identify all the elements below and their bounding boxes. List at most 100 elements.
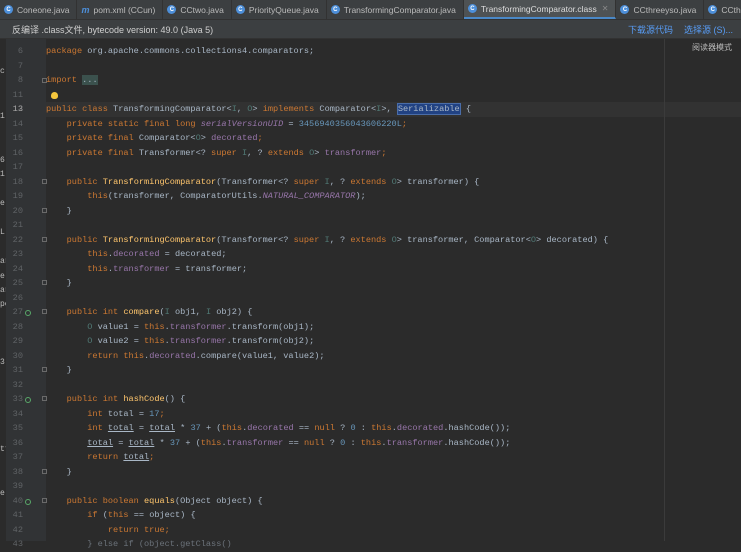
keyword: super [211,147,242,158]
punct: } [66,278,72,288]
edge-char: L [0,228,5,237]
keyword: this [87,263,108,274]
code-text: .transform(obj1); [226,321,315,332]
tab-label: CCthree.j [721,4,741,15]
tab-ccthreeyso[interactable]: C CCthreeyso.java [616,0,705,19]
punct: () { [164,394,186,404]
keyword: extends [267,147,310,158]
line-number: 39 [12,481,23,491]
punct: ; [257,133,263,143]
punct: ; [159,408,165,419]
class-icon: C [4,5,13,14]
code-line: } [46,204,72,219]
punct: >, [381,104,397,114]
tab-coneone[interactable]: C Coneone.java [0,0,78,19]
overrides-method-icon[interactable] [25,499,31,505]
line-number: 40 [12,495,23,506]
keyword: return [87,350,124,361]
code-line: O value1 = this.transformer.transform(ob… [46,320,314,335]
implements-method-icon[interactable] [25,310,31,316]
line-number: 24 [12,263,23,274]
punct: ; [149,452,155,462]
class-icon: C [235,5,245,14]
line-number: 26 [12,292,23,303]
punct: * [154,437,170,448]
keyword: private final [66,147,139,158]
code-editor[interactable]: package org.apache.commons.collections4.… [46,39,741,549]
keyword: this [360,437,382,448]
line-number: 38 [12,466,23,477]
folded-imports[interactable]: ... [82,75,98,85]
punct: + ( [200,423,222,433]
type: Comparator< [138,133,196,143]
keyword: public [66,176,103,187]
keyword: public int [66,307,124,317]
choose-source-link[interactable]: 选择源 (S)... [684,23,733,36]
params: > transformer) { [396,176,480,187]
keyword: extends [350,176,392,187]
method-name: compare [123,307,160,317]
close-icon[interactable]: ✕ [602,4,609,13]
keyword: package [46,46,83,56]
punct: ); [355,191,366,201]
number: 3456940356043606220L [298,118,402,129]
line-number: 34 [12,408,23,419]
overrides-method-icon[interactable] [25,397,31,403]
punct: ; [164,524,170,535]
tab-label: Coneone.java [17,4,70,15]
code-line: int total = total * 37 + (this.decorated… [46,421,510,436]
code-text: .hashCode()); [443,437,511,448]
line-number: 8 [17,75,23,85]
tab-ccthree[interactable]: CCCthree.j [704,0,741,19]
class-name: TransformingComparator [113,104,227,114]
edge-char: 3 [0,358,5,367]
punct: == [283,437,304,448]
line-number: 6 [17,46,23,56]
tab-cctwo[interactable]: C CCtwo.java [163,0,232,19]
method-name: TransformingComparator [102,176,217,187]
line-number: 23 [12,249,23,259]
number: 37 [169,437,181,448]
tab-transformingcomparator-class[interactable]: C TransformingComparator.class ✕ [463,0,617,19]
line-number: 20 [12,205,23,216]
right-margin-guide [664,39,665,541]
keyword: public int [66,394,124,404]
keyword: extends [350,234,392,245]
punct: { [460,104,472,114]
static-field: NATURAL_COMPARATOR [262,191,356,201]
variable: total [123,452,150,462]
download-source-link[interactable]: 下载源代码 [628,23,673,36]
punct: == [293,423,315,433]
keyword: this [87,191,108,201]
edge-char: e [0,199,5,208]
code-line: public boolean equals(Object object) { [46,494,263,509]
punct: ; [381,147,387,158]
line-number: 19 [12,191,23,201]
variable: total [107,423,134,433]
tab-pom[interactable]: m pom.xml (CCun) [77,0,164,19]
method-name: TransformingComparator [102,234,217,245]
line-number-gutter: 6 7 8 11 12 13 14 15 16 17 18 19 20 21 2… [6,39,47,549]
tab-priorityqueue[interactable]: C PriorityQueue.java [232,0,327,19]
line-number: 36 [12,437,23,448]
class-icon: C [330,5,340,14]
line-number: 14 [12,118,23,129]
tab-label: CCthreeyso.java [633,4,697,15]
edge-char: e [0,272,5,281]
line-number: 30 [12,350,23,361]
keyword: this [221,423,243,433]
line-number: 17 [12,162,23,172]
keyword: null [314,423,335,433]
punct: } [66,466,72,477]
keyword: super [293,234,325,245]
tab-transformingcomparator-java[interactable]: C TransformingComparator.java [327,0,464,19]
code-line: return total; [46,450,154,465]
tab-label: pom.xml (CCun) [93,4,156,15]
keyword: implements [262,104,320,114]
params: (Object object) { [174,495,263,506]
tab-label: TransformingComparator.class [480,3,597,14]
code-text: == object) { [128,510,196,520]
keyword: return [107,524,144,535]
params: (Transformer<? [216,176,294,187]
line-number: 15 [12,133,23,143]
